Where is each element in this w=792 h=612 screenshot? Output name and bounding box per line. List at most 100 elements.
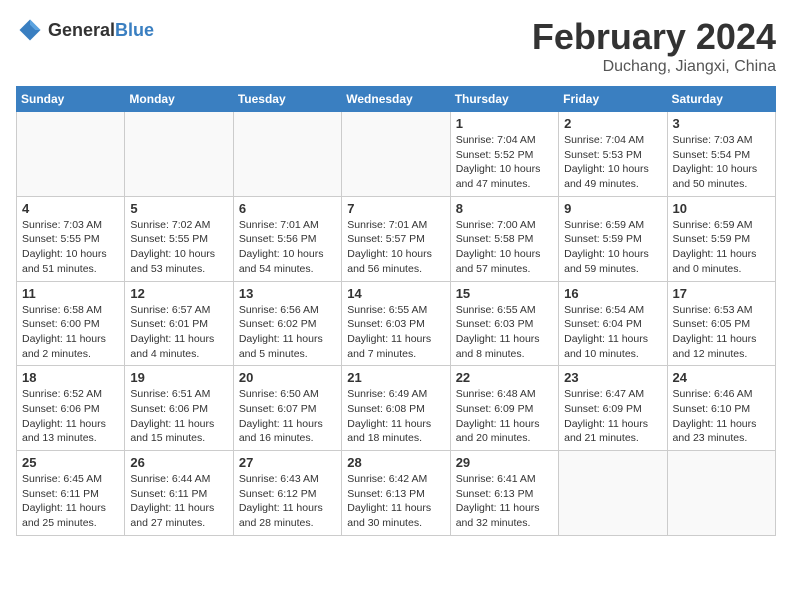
day-info: Sunrise: 6:50 AMSunset: 6:07 PMDaylight:…: [239, 387, 336, 446]
day-info: Sunrise: 6:44 AMSunset: 6:11 PMDaylight:…: [130, 472, 227, 531]
calendar-cell: 14 Sunrise: 6:55 AMSunset: 6:03 PMDayligh…: [342, 281, 450, 366]
day-info: Sunrise: 7:01 AMSunset: 5:56 PMDaylight:…: [239, 218, 336, 277]
calendar-cell: 3 Sunrise: 7:03 AMSunset: 5:54 PMDaylight…: [667, 112, 775, 197]
day-number: 5: [130, 201, 227, 216]
calendar-cell: 7Sunrise: 7:01 AMSunset: 5:57 PMDaylight…: [342, 196, 450, 281]
day-info: Sunrise: 6:41 AMSunset: 6:13 PMDaylight:…: [456, 472, 553, 531]
calendar-week-row: 4 Sunrise: 7:03 AMSunset: 5:55 PMDaylight…: [17, 196, 776, 281]
title-area: February 2024 Duchang, Jiangxi, China: [532, 16, 776, 76]
day-info: Sunrise: 6:57 AMSunset: 6:01 PMDaylight:…: [130, 303, 227, 362]
day-info: Sunrise: 6:59 AMSunset: 5:59 PMDaylight:…: [673, 218, 770, 277]
day-number: 11: [22, 286, 119, 301]
day-info: Sunrise: 7:04 AMSunset: 5:52 PMDaylight:…: [456, 133, 553, 192]
day-number: 13: [239, 286, 336, 301]
weekday-header: Thursday: [450, 87, 558, 112]
day-info: Sunrise: 6:49 AMSunset: 6:08 PMDaylight:…: [347, 387, 444, 446]
day-number: 3: [673, 116, 770, 131]
calendar-week-row: 25 Sunrise: 6:45 AMSunset: 6:11 PMDayligh…: [17, 451, 776, 536]
calendar-cell: 28 Sunrise: 6:42 AMSunset: 6:13 PMDayligh…: [342, 451, 450, 536]
day-number: 4: [22, 201, 119, 216]
location-title: Duchang, Jiangxi, China: [532, 58, 776, 76]
calendar-cell: 16 Sunrise: 6:54 AMSunset: 6:04 PMDayligh…: [559, 281, 667, 366]
calendar-cell: 26 Sunrise: 6:44 AMSunset: 6:11 PMDayligh…: [125, 451, 233, 536]
calendar-cell: [17, 112, 125, 197]
calendar-cell: 20 Sunrise: 6:50 AMSunset: 6:07 PMDayligh…: [233, 366, 341, 451]
weekday-header: Monday: [125, 87, 233, 112]
calendar-cell: 29 Sunrise: 6:41 AMSunset: 6:13 PMDayligh…: [450, 451, 558, 536]
day-number: 2: [564, 116, 661, 131]
calendar-cell: 18 Sunrise: 6:52 AMSunset: 6:06 PMDayligh…: [17, 366, 125, 451]
day-number: 29: [456, 455, 553, 470]
calendar-cell: [559, 451, 667, 536]
day-number: 1: [456, 116, 553, 131]
day-number: 26: [130, 455, 227, 470]
day-info: Sunrise: 7:02 AMSunset: 5:55 PMDaylight:…: [130, 218, 227, 277]
day-info: Sunrise: 6:55 AMSunset: 6:03 PMDaylight:…: [456, 303, 553, 362]
logo-text-general: General: [48, 20, 115, 40]
calendar-cell: 12 Sunrise: 6:57 AMSunset: 6:01 PMDayligh…: [125, 281, 233, 366]
day-info: Sunrise: 7:00 AMSunset: 5:58 PMDaylight:…: [456, 218, 553, 277]
day-info: Sunrise: 6:54 AMSunset: 6:04 PMDaylight:…: [564, 303, 661, 362]
logo: GeneralBlue: [16, 16, 154, 44]
calendar-cell: 17 Sunrise: 6:53 AMSunset: 6:05 PMDayligh…: [667, 281, 775, 366]
day-info: Sunrise: 6:52 AMSunset: 6:06 PMDaylight:…: [22, 387, 119, 446]
calendar-cell: [667, 451, 775, 536]
day-number: 14: [347, 286, 444, 301]
calendar-cell: 6 Sunrise: 7:01 AMSunset: 5:56 PMDaylight…: [233, 196, 341, 281]
day-info: Sunrise: 6:59 AMSunset: 5:59 PMDaylight:…: [564, 218, 661, 277]
day-info: Sunrise: 6:46 AMSunset: 6:10 PMDaylight:…: [673, 387, 770, 446]
calendar-week-row: 11Sunrise: 6:58 AMSunset: 6:00 PMDayligh…: [17, 281, 776, 366]
day-info: Sunrise: 7:03 AMSunset: 5:54 PMDaylight:…: [673, 133, 770, 192]
calendar-cell: 5 Sunrise: 7:02 AMSunset: 5:55 PMDaylight…: [125, 196, 233, 281]
day-info: Sunrise: 6:56 AMSunset: 6:02 PMDaylight:…: [239, 303, 336, 362]
day-number: 6: [239, 201, 336, 216]
day-info: Sunrise: 6:53 AMSunset: 6:05 PMDaylight:…: [673, 303, 770, 362]
day-number: 17: [673, 286, 770, 301]
calendar-cell: 10 Sunrise: 6:59 AMSunset: 5:59 PMDayligh…: [667, 196, 775, 281]
calendar-cell: 21Sunrise: 6:49 AMSunset: 6:08 PMDayligh…: [342, 366, 450, 451]
calendar-cell: 19 Sunrise: 6:51 AMSunset: 6:06 PMDayligh…: [125, 366, 233, 451]
calendar-cell: [233, 112, 341, 197]
day-info: Sunrise: 6:48 AMSunset: 6:09 PMDaylight:…: [456, 387, 553, 446]
day-info: Sunrise: 6:55 AMSunset: 6:03 PMDaylight:…: [347, 303, 444, 362]
day-number: 23: [564, 370, 661, 385]
day-number: 12: [130, 286, 227, 301]
calendar-cell: 13 Sunrise: 6:56 AMSunset: 6:02 PMDayligh…: [233, 281, 341, 366]
calendar-cell: [342, 112, 450, 197]
month-title: February 2024: [532, 16, 776, 58]
calendar-cell: [125, 112, 233, 197]
day-number: 16: [564, 286, 661, 301]
day-info: Sunrise: 6:51 AMSunset: 6:06 PMDaylight:…: [130, 387, 227, 446]
calendar-week-row: 1 Sunrise: 7:04 AMSunset: 5:52 PMDaylight…: [17, 112, 776, 197]
day-number: 19: [130, 370, 227, 385]
calendar-cell: 2 Sunrise: 7:04 AMSunset: 5:53 PMDaylight…: [559, 112, 667, 197]
day-info: Sunrise: 7:04 AMSunset: 5:53 PMDaylight:…: [564, 133, 661, 192]
calendar-cell: 9 Sunrise: 6:59 AMSunset: 5:59 PMDaylight…: [559, 196, 667, 281]
day-number: 27: [239, 455, 336, 470]
calendar-header-row: SundayMondayTuesdayWednesdayThursdayFrid…: [17, 87, 776, 112]
day-info: Sunrise: 7:03 AMSunset: 5:55 PMDaylight:…: [22, 218, 119, 277]
day-number: 24: [673, 370, 770, 385]
weekday-header: Wednesday: [342, 87, 450, 112]
calendar-cell: 25 Sunrise: 6:45 AMSunset: 6:11 PMDayligh…: [17, 451, 125, 536]
calendar-table: SundayMondayTuesdayWednesdayThursdayFrid…: [16, 86, 776, 536]
day-number: 7: [347, 201, 444, 216]
page-header: GeneralBlue February 2024 Duchang, Jiang…: [16, 16, 776, 76]
calendar-cell: 8 Sunrise: 7:00 AMSunset: 5:58 PMDaylight…: [450, 196, 558, 281]
calendar-cell: 24 Sunrise: 6:46 AMSunset: 6:10 PMDayligh…: [667, 366, 775, 451]
day-number: 28: [347, 455, 444, 470]
day-number: 18: [22, 370, 119, 385]
calendar-cell: 22Sunrise: 6:48 AMSunset: 6:09 PMDayligh…: [450, 366, 558, 451]
calendar-cell: 1 Sunrise: 7:04 AMSunset: 5:52 PMDaylight…: [450, 112, 558, 197]
day-info: Sunrise: 6:43 AMSunset: 6:12 PMDaylight:…: [239, 472, 336, 531]
day-number: 8: [456, 201, 553, 216]
day-info: Sunrise: 6:45 AMSunset: 6:11 PMDaylight:…: [22, 472, 119, 531]
day-number: 20: [239, 370, 336, 385]
day-number: 15: [456, 286, 553, 301]
day-number: 9: [564, 201, 661, 216]
weekday-header: Friday: [559, 87, 667, 112]
day-info: Sunrise: 6:47 AMSunset: 6:09 PMDaylight:…: [564, 387, 661, 446]
day-number: 25: [22, 455, 119, 470]
day-number: 10: [673, 201, 770, 216]
day-info: Sunrise: 6:42 AMSunset: 6:13 PMDaylight:…: [347, 472, 444, 531]
